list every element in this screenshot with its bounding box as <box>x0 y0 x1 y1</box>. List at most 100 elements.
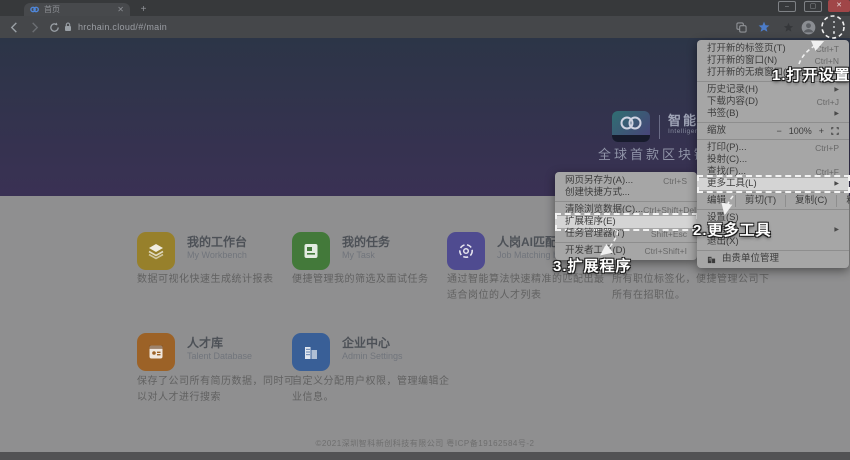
close-icon: ✕ <box>828 0 850 11</box>
profile-avatar-button[interactable] <box>800 16 816 38</box>
browser-menu-button[interactable] <box>829 16 839 38</box>
window-minimize-button[interactable]: – <box>778 1 796 12</box>
card-desc-ai-match: 通过智能算法快速精准的匹配出最适合岗位的人才列表 <box>447 272 607 304</box>
admin-card-icon[interactable] <box>292 333 330 371</box>
edit-paste-button[interactable]: 粘贴(P) <box>836 195 850 207</box>
talent-card-icon[interactable] <box>137 333 175 371</box>
menu-item-print[interactable]: 打印(P)...Ctrl+P <box>697 142 849 154</box>
maximize-icon: ▢ <box>805 2 821 11</box>
hero-divider <box>659 115 660 139</box>
menu-item-shortcut: Shift+Esc <box>651 228 687 240</box>
menu-item-cast[interactable]: 投射(C)... <box>697 154 849 166</box>
lock-icon <box>64 22 72 32</box>
reload-button[interactable] <box>46 16 62 38</box>
window-maximize-button[interactable]: ▢ <box>804 1 822 12</box>
browser-window: 首页 ✕ + – ▢ ✕ hrchain.cloud/#/main <box>0 0 850 460</box>
star-icon <box>758 21 770 33</box>
menu-divider <box>697 139 849 140</box>
menu-item-label: 查找(F)... <box>707 166 816 178</box>
menu-item-clear-browsing-data[interactable]: 清除浏览数据(C)...Ctrl+Shift+Del <box>555 204 697 216</box>
menu-divider <box>555 242 697 243</box>
menu-item-label: 扩展程序(E) <box>565 216 687 228</box>
menu-item-shortcut: Ctrl+T <box>816 43 839 55</box>
forward-arrow-icon <box>29 22 40 33</box>
building-icon <box>301 342 321 362</box>
zoom-level: 100% <box>789 125 812 137</box>
ssl-lock-icon[interactable] <box>62 16 74 38</box>
avatar-icon <box>801 20 816 35</box>
extension-pin-icon <box>783 22 794 33</box>
bookmark-star-button[interactable] <box>756 16 772 38</box>
menu-item-downloads[interactable]: 下载内容(D)Ctrl+J <box>697 96 849 108</box>
pinned-extension-button[interactable] <box>780 16 796 38</box>
menu-item-label: 由贵单位管理 <box>722 253 839 265</box>
zoom-in-button[interactable]: + <box>819 125 824 137</box>
menu-item-save-page[interactable]: 网页另存为(A)...Ctrl+S <box>555 175 697 187</box>
menu-item-label: 打开新的标签页(T) <box>707 43 816 55</box>
managed-building-icon <box>707 255 716 264</box>
menu-divider <box>697 250 849 251</box>
talent-badge-icon <box>146 342 166 362</box>
menu-item-task-manager[interactable]: 任务管理器(T)Shift+Esc <box>555 228 697 240</box>
browser-tab[interactable]: 首页 ✕ <box>24 3 130 16</box>
menu-item-shortcut: Ctrl+Shift+I <box>644 245 687 257</box>
new-tab-button[interactable]: + <box>138 4 149 15</box>
card-title-admin[interactable]: 企业中心 <box>342 334 390 351</box>
menu-item-zoom: 缩放 − 100% + <box>697 125 849 137</box>
menu-item-create-shortcut[interactable]: 创建快捷方式... <box>555 187 697 199</box>
card-title-workbench[interactable]: 我的工作台 <box>187 233 247 250</box>
card-desc-admin: 自定义分配用户权限，管理编辑企业信息。 <box>292 374 452 406</box>
card-desc-jobs: 所有职位标签化，便捷管理公司下所有在招职位。 <box>612 272 770 304</box>
ai-match-card-icon[interactable] <box>447 232 485 270</box>
logo-band <box>612 135 650 142</box>
task-card-icon[interactable] <box>292 232 330 270</box>
back-button[interactable] <box>6 16 22 38</box>
submenu-arrow-icon: ▶ <box>834 224 839 236</box>
layers-icon <box>146 241 166 261</box>
menu-item-shortcut: Ctrl+P <box>815 142 839 154</box>
menu-item-label: 缩放 <box>707 125 776 137</box>
zoom-out-button[interactable]: − <box>776 125 781 137</box>
submenu-arrow-icon: ▶ <box>834 108 839 120</box>
menu-divider <box>697 122 849 123</box>
menu-item-managed-by-org[interactable]: 由贵单位管理 <box>697 253 849 265</box>
card-title-ai-match[interactable]: 人岗AI匹配 <box>497 233 557 250</box>
tab-bar: 首页 ✕ + – ▢ ✕ <box>0 0 850 16</box>
menu-item-history[interactable]: 历史记录(H)▶ <box>697 84 849 96</box>
fullscreen-icon[interactable] <box>831 127 839 135</box>
menu-item-label: 编辑 <box>707 195 726 207</box>
workbench-card-icon[interactable] <box>137 232 175 270</box>
brand-logo <box>612 111 650 142</box>
footer-copyright: ©2021深圳智科新创科技有限公司 粤ICP备19162584号-2 <box>0 438 850 449</box>
edit-copy-button[interactable]: 复制(C) <box>785 195 827 207</box>
menu-item-new-tab[interactable]: 打开新的标签页(T)Ctrl+T <box>697 43 849 55</box>
menu-item-label: 更多工具(L) <box>707 178 830 190</box>
menu-item-shortcut: Ctrl+F <box>816 166 839 178</box>
translate-icon <box>736 22 747 33</box>
bottom-strip <box>0 452 850 460</box>
address-bar[interactable]: hrchain.cloud/#/main <box>78 16 167 38</box>
card-title-talent[interactable]: 人才库 <box>187 334 223 351</box>
menu-item-label: 网页另存为(A)... <box>565 175 663 187</box>
task-list-icon <box>301 241 321 261</box>
site-favicon-icon <box>30 5 39 14</box>
menu-item-more-tools[interactable]: 更多工具(L)▶ <box>697 178 849 190</box>
menu-item-find[interactable]: 查找(F)...Ctrl+F <box>697 166 849 178</box>
menu-item-shortcut: Ctrl+Shift+Del <box>643 204 696 216</box>
translate-page-button[interactable] <box>733 16 749 38</box>
window-close-button[interactable]: ✕ <box>828 0 850 12</box>
menu-item-extensions[interactable]: 扩展程序(E) <box>555 216 697 228</box>
menu-item-bookmarks[interactable]: 书签(B) ▶ <box>697 108 849 120</box>
reload-icon <box>49 22 60 33</box>
browser-toolbar: hrchain.cloud/#/main <box>0 16 850 38</box>
forward-button[interactable] <box>26 16 42 38</box>
card-subtitle-task: My Task <box>342 250 375 260</box>
more-tools-submenu: 网页另存为(A)...Ctrl+S 创建快捷方式... 清除浏览数据(C)...… <box>555 172 697 260</box>
edit-cut-button[interactable]: 剪切(T) <box>735 195 776 207</box>
menu-item-shortcut: Ctrl+S <box>663 175 687 187</box>
card-desc-task: 便捷管理我的筛选及面试任务 <box>292 272 452 288</box>
menu-item-label: 书签(B) <box>707 108 830 120</box>
tab-close-icon[interactable]: ✕ <box>117 6 124 14</box>
card-title-task[interactable]: 我的任务 <box>342 233 390 250</box>
card-subtitle-workbench: My Workbench <box>187 250 247 260</box>
